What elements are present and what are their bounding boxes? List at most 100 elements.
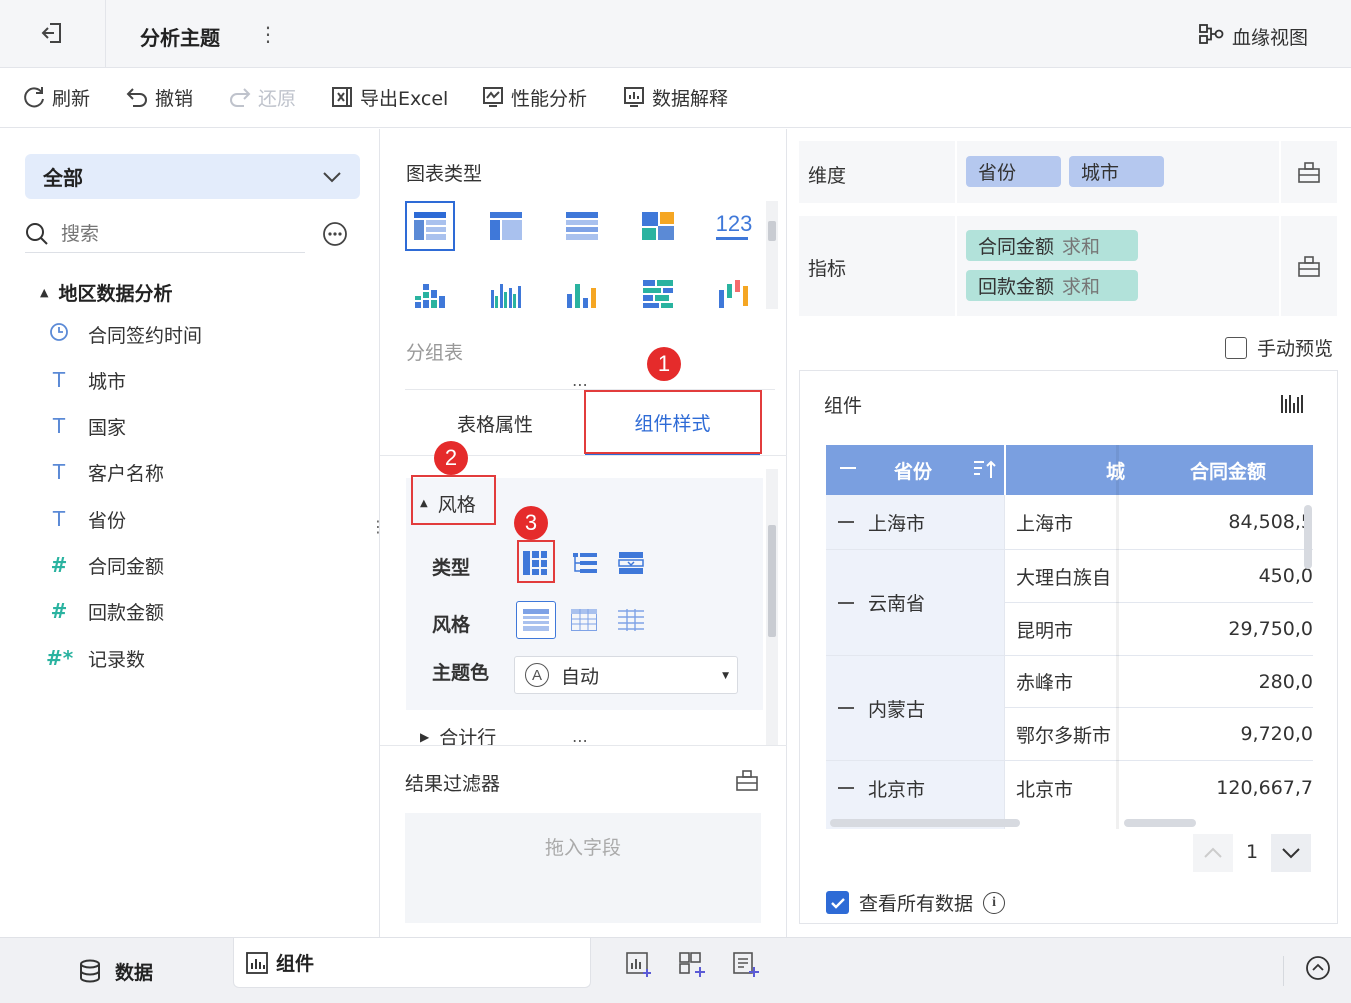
performance-analysis-button[interactable]: 性能分析	[481, 82, 587, 112]
filter-drop-zone[interactable]: 拖入字段	[405, 813, 761, 923]
style-scrollbar[interactable]	[766, 469, 778, 745]
view-all-data-toggle[interactable]: 查看所有数据 i	[826, 889, 1006, 916]
lineage-view-button[interactable]: 血缘视图	[1198, 22, 1308, 51]
info-icon[interactable]: i	[983, 891, 1006, 914]
horizontal-scrollbar[interactable]	[830, 819, 1020, 827]
chart-layout-icon[interactable]	[1280, 393, 1304, 420]
stacked-bar-chart-icon[interactable]	[636, 272, 680, 316]
table-cell: 大理白族自	[1016, 566, 1112, 589]
collapse-all-icon[interactable]	[840, 467, 856, 469]
field-item[interactable]: #* 记录数	[46, 643, 145, 673]
database-icon	[79, 959, 100, 983]
more-options-icon[interactable]	[322, 221, 348, 252]
manual-preview-toggle[interactable]: 手动预览	[1225, 334, 1333, 361]
exit-icon[interactable]	[40, 20, 66, 46]
multi-color-column-chart-icon[interactable]	[560, 272, 604, 316]
add-filter-component-icon[interactable]	[679, 952, 705, 983]
table-cell: 北京市	[1016, 778, 1074, 801]
row-collapse-icon[interactable]	[838, 602, 854, 604]
indent-type-icon[interactable]	[572, 550, 598, 581]
treemap-chart-icon[interactable]	[636, 204, 680, 248]
style-label: 风格	[432, 614, 471, 636]
grouped-column-chart-icon[interactable]	[484, 272, 528, 316]
field-item[interactable]: T 城市	[46, 365, 126, 395]
refresh-label: 刷新	[52, 87, 91, 110]
redo-button[interactable]: 还原	[228, 82, 296, 112]
measure-settings-icon[interactable]	[1297, 255, 1321, 282]
field-label: 回款金额	[88, 601, 165, 624]
field-item[interactable]: T 国家	[46, 411, 126, 441]
table-style-icon[interactable]	[618, 609, 644, 636]
data-explain-icon	[624, 87, 644, 107]
field-item[interactable]: # 回款金额	[46, 596, 164, 626]
detail-table-chart-icon[interactable]	[560, 204, 604, 248]
field-item[interactable]: 合同签约时间	[46, 319, 202, 349]
checkbox-checked[interactable]	[826, 891, 849, 914]
stacked-column-chart-icon[interactable]	[408, 272, 452, 316]
dimension-pill[interactable]: 省份	[966, 156, 1061, 187]
measure-pill[interactable]: 回款金额 求和	[966, 270, 1138, 301]
table-cell: 赤峰市	[1016, 672, 1074, 694]
field-item[interactable]: T 客户名称	[46, 457, 164, 487]
drop-placeholder: 拖入字段	[544, 837, 621, 859]
scope-select-value: 全部	[43, 166, 83, 190]
page-up-button[interactable]	[1193, 834, 1233, 872]
export-excel-button[interactable]: 导出Excel	[330, 82, 448, 112]
add-text-component-icon[interactable]	[733, 952, 759, 983]
refresh-button[interactable]: 刷新	[22, 82, 90, 112]
row-collapse-icon[interactable]	[838, 521, 854, 523]
pill-label: 省份	[978, 162, 1017, 184]
cross-table-chart-icon[interactable]	[484, 204, 528, 248]
list-type-icon[interactable]	[618, 550, 644, 581]
search-box[interactable]	[25, 215, 305, 253]
table-style-icon[interactable]	[571, 609, 597, 636]
top-bar: 分析主题 ⋮ 血缘视图	[0, 0, 1351, 68]
redo-icon	[230, 88, 251, 107]
tab-component[interactable]: 组件	[233, 938, 591, 988]
divider	[955, 141, 957, 203]
more-vert-icon[interactable]: ⋮	[258, 22, 278, 46]
data-explain-button[interactable]: 数据解释	[622, 82, 728, 112]
performance-icon	[483, 87, 503, 107]
annotation-badge: 1	[647, 347, 681, 381]
undo-button[interactable]: 撤销	[125, 82, 193, 112]
scope-select[interactable]: 全部	[25, 154, 360, 199]
page-down-button[interactable]	[1271, 834, 1311, 872]
style-option-selected[interactable]	[516, 601, 556, 639]
annotation-box	[411, 475, 496, 525]
field-item[interactable]: # 合同金额	[46, 550, 164, 580]
sort-icon[interactable]	[972, 458, 998, 487]
vertical-scrollbar[interactable]	[1304, 505, 1312, 569]
tab-table-properties[interactable]: 表格属性	[405, 391, 585, 455]
chart-list-scrollbar[interactable]	[766, 201, 778, 309]
checkbox-unchecked[interactable]	[1225, 336, 1247, 359]
tab-data[interactable]: 数据	[0, 938, 232, 1003]
field-group-header[interactable]: ▲ 地区数据分析	[40, 279, 172, 306]
field-item[interactable]: T 省份	[46, 504, 126, 534]
table-cell: 280,0	[1258, 670, 1313, 693]
excel-icon	[332, 87, 352, 107]
horizontal-scrollbar[interactable]	[1124, 819, 1196, 827]
table-cell: 云南省	[868, 593, 926, 615]
grouped-table-chart-icon[interactable]	[405, 201, 455, 251]
row-collapse-icon[interactable]	[838, 707, 854, 709]
dimension-pill[interactable]: 城市	[1069, 156, 1164, 187]
row-collapse-icon[interactable]	[838, 787, 854, 789]
range-column-chart-icon[interactable]	[712, 272, 756, 316]
column-header[interactable]: 合同金额	[1190, 445, 1266, 495]
column-header[interactable]: 省份	[894, 445, 932, 495]
measure-pill[interactable]: 合同金额 求和	[966, 230, 1138, 261]
dimension-settings-icon[interactable]	[1297, 161, 1321, 188]
add-component-icon[interactable]	[626, 952, 652, 983]
filter-settings-icon[interactable]	[735, 769, 759, 796]
kpi-number-chart-icon[interactable]: 123	[712, 204, 756, 248]
table-cell: 450,0	[1258, 565, 1313, 587]
collapse-panel-icon[interactable]	[1305, 955, 1331, 986]
column-menu-icon[interactable]: ⋮	[1308, 459, 1313, 480]
search-input[interactable]	[61, 222, 281, 245]
theme-color-select[interactable]: A 自动 ▼	[514, 656, 738, 694]
measure-row: 指标 合同金额 求和 回款金额 求和	[799, 216, 1337, 316]
number-type-icon: #	[50, 553, 68, 577]
drag-handle-icon[interactable]: ⋯	[572, 731, 590, 750]
bottom-bar: 数据 组件	[0, 937, 1351, 1003]
